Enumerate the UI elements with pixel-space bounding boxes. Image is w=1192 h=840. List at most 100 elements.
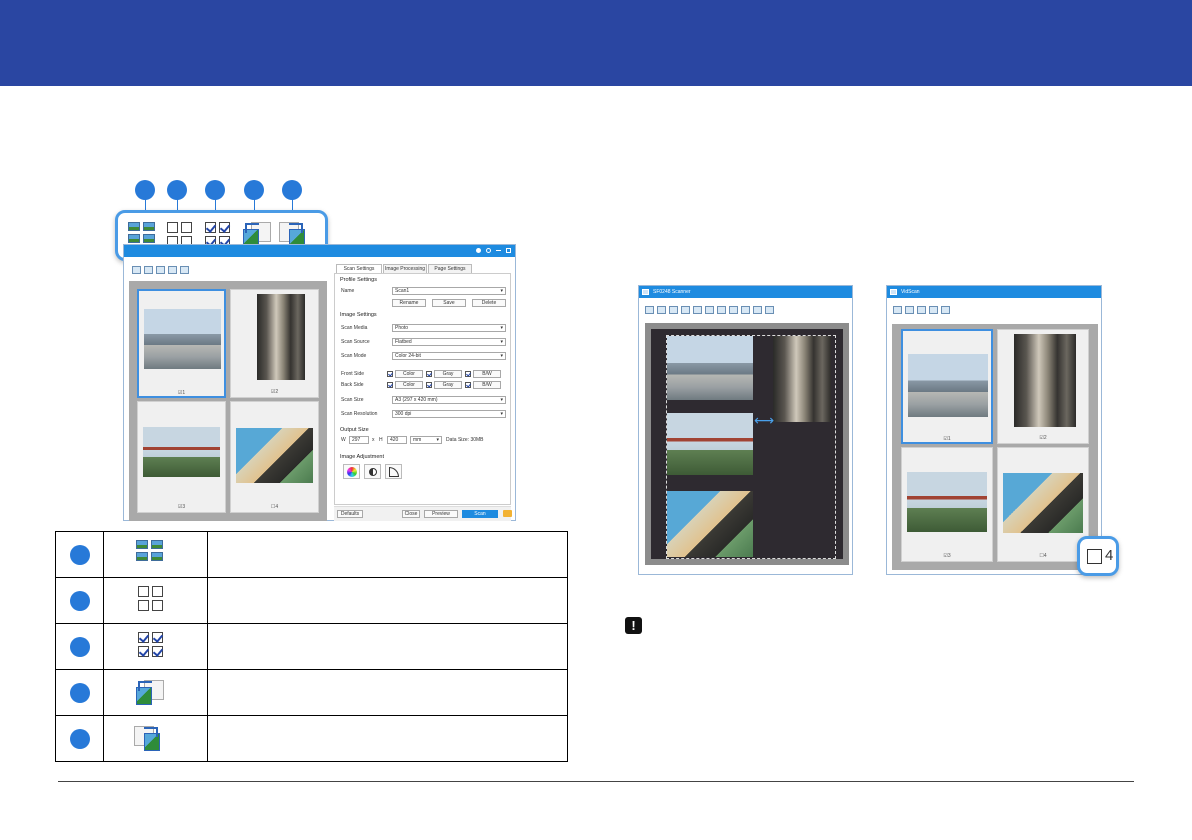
folder-icon[interactable] — [503, 510, 512, 517]
scan-media-label: Scan Media — [341, 325, 368, 331]
scan-button[interactable]: Scan — [462, 510, 498, 518]
front-color-button[interactable]: Color — [395, 370, 423, 378]
thumbnail-4[interactable]: ☐4 — [230, 401, 319, 513]
show-all-images-icon[interactable] — [132, 266, 141, 274]
scan-mode-select[interactable]: Color 24-bit ▾ — [392, 352, 506, 360]
settings-icon[interactable] — [476, 248, 481, 253]
preview-canvas[interactable]: ⟷ — [645, 323, 849, 565]
zoom-out-icon[interactable] — [705, 306, 714, 314]
image-settings-title: Image Settings — [340, 312, 377, 318]
profile-settings-title: Profile Settings — [340, 277, 377, 283]
select-area-icon[interactable] — [669, 306, 678, 314]
photo-golden-gate — [143, 427, 220, 477]
scan-resolution-select[interactable]: 300 dpi ▾ — [392, 410, 506, 418]
rotate-right-icon[interactable] — [741, 306, 750, 314]
rotate-left-icon[interactable] — [729, 306, 738, 314]
help-icon[interactable] — [486, 248, 491, 253]
back-gray-checkbox[interactable] — [426, 382, 432, 388]
rotate-right-icon[interactable] — [180, 266, 189, 274]
move-icon[interactable] — [681, 306, 690, 314]
chevron-down-icon: ▾ — [500, 353, 503, 359]
back-bw-button[interactable]: B/W — [473, 381, 501, 389]
photo-city — [144, 309, 221, 369]
preview-button[interactable]: Preview — [424, 510, 458, 518]
back-color-checkbox[interactable] — [387, 382, 393, 388]
save-profile-button[interactable]: Save — [432, 299, 466, 307]
thumbnail-1[interactable]: ☑1 — [901, 329, 993, 444]
preview-titlebar: SF0248 Scanner — [639, 286, 852, 298]
scan-source-select[interactable]: Flatbed ▾ — [392, 338, 506, 346]
multi-crop-icon[interactable] — [753, 306, 762, 314]
table-row — [55, 623, 568, 670]
rename-button[interactable]: Rename — [392, 299, 426, 307]
front-color-checkbox[interactable] — [387, 371, 393, 377]
thumbnail-4[interactable]: ☐4 — [997, 447, 1089, 562]
thumbnail-2[interactable]: ☑2 — [997, 329, 1089, 444]
photo-bw-family — [257, 294, 305, 380]
legend-description — [207, 715, 568, 762]
checkbox-magnifier: 4 — [1077, 536, 1119, 576]
brightness-button[interactable] — [364, 464, 381, 479]
rotate-right-icon[interactable] — [941, 306, 950, 314]
close-button[interactable]: Close — [402, 510, 420, 518]
zoom-in-icon[interactable] — [693, 306, 702, 314]
warning-icon: ! — [625, 617, 642, 634]
fit-icon[interactable] — [717, 306, 726, 314]
front-bw-button[interactable]: B/W — [473, 370, 501, 378]
back-color-button[interactable]: Color — [395, 381, 423, 389]
color-wheel-icon — [347, 467, 357, 477]
clear-icon[interactable] — [765, 306, 774, 314]
thumbnail-3[interactable]: ☑3 — [901, 447, 993, 562]
deselect-all-icon[interactable] — [905, 306, 914, 314]
photo-city — [908, 354, 988, 417]
photo-bw-family — [1014, 334, 1076, 427]
select-all-icon[interactable] — [156, 266, 165, 274]
front-bw-checkbox[interactable] — [465, 371, 471, 377]
close-window-icon[interactable] — [506, 248, 511, 253]
callout-bubble-4 — [244, 180, 264, 200]
select-all-icon[interactable] — [917, 306, 926, 314]
thumbnail-label: ☑1 — [943, 436, 951, 442]
back-gray-button[interactable]: Gray — [434, 381, 462, 389]
chevron-down-icon: ▾ — [500, 288, 503, 294]
height-field[interactable]: 420 — [387, 436, 407, 444]
new-page-icon[interactable] — [657, 306, 666, 314]
delete-profile-button[interactable]: Delete — [472, 299, 506, 307]
name-label: Name — [341, 288, 355, 294]
chevron-down-icon: ▾ — [500, 411, 503, 417]
deselect-all-icon[interactable] — [144, 266, 153, 274]
show-all-images-icon — [136, 540, 163, 561]
width-label: W — [341, 437, 346, 443]
name-field[interactable]: Scan1 ▾ — [392, 287, 506, 295]
unit-select[interactable]: mm ▾ — [410, 436, 442, 444]
rotate-left-icon[interactable] — [168, 266, 177, 274]
app-toolbar — [132, 266, 192, 276]
magnified-label: 4 — [1105, 547, 1114, 564]
thumbnail-1[interactable]: ☑1 — [137, 289, 226, 398]
thumbnail-label: ☑2 — [1039, 435, 1047, 441]
scanner-icon[interactable] — [645, 306, 654, 314]
curve-button[interactable] — [385, 464, 402, 479]
minimize-icon[interactable] — [496, 250, 501, 251]
scan-media-select[interactable]: Photo ▾ — [392, 324, 506, 332]
callout-bubble-3 — [205, 180, 225, 200]
rotate-left-icon[interactable] — [929, 306, 938, 314]
thumbnail-window: VidScan ☑1 ☑2 ☑3 ☐4 — [886, 285, 1102, 575]
times-label: x — [372, 437, 375, 443]
thumbnail-label: ☑1 — [177, 390, 186, 396]
front-gray-button[interactable]: Gray — [434, 370, 462, 378]
scan-settings-pane: Profile Settings Name Scan1 ▾ Rename Save… — [334, 273, 511, 505]
defaults-button[interactable]: Defaults — [337, 510, 363, 518]
front-gray-checkbox[interactable] — [426, 371, 432, 377]
thumbnail-3[interactable]: ☑3 — [137, 401, 226, 513]
color-balance-button[interactable] — [343, 464, 360, 479]
show-all-images-icon[interactable] — [128, 222, 155, 243]
thumbnail-2[interactable]: ☑2 — [230, 289, 319, 398]
number-bubble-5 — [69, 728, 90, 749]
scan-size-select[interactable]: A3 (297 x 420 mm) ▾ — [392, 396, 506, 404]
height-label: H — [379, 437, 383, 443]
show-all-images-icon[interactable] — [893, 306, 902, 314]
callout-bubble-2 — [167, 180, 187, 200]
width-field[interactable]: 297 — [349, 436, 369, 444]
back-bw-checkbox[interactable] — [465, 382, 471, 388]
